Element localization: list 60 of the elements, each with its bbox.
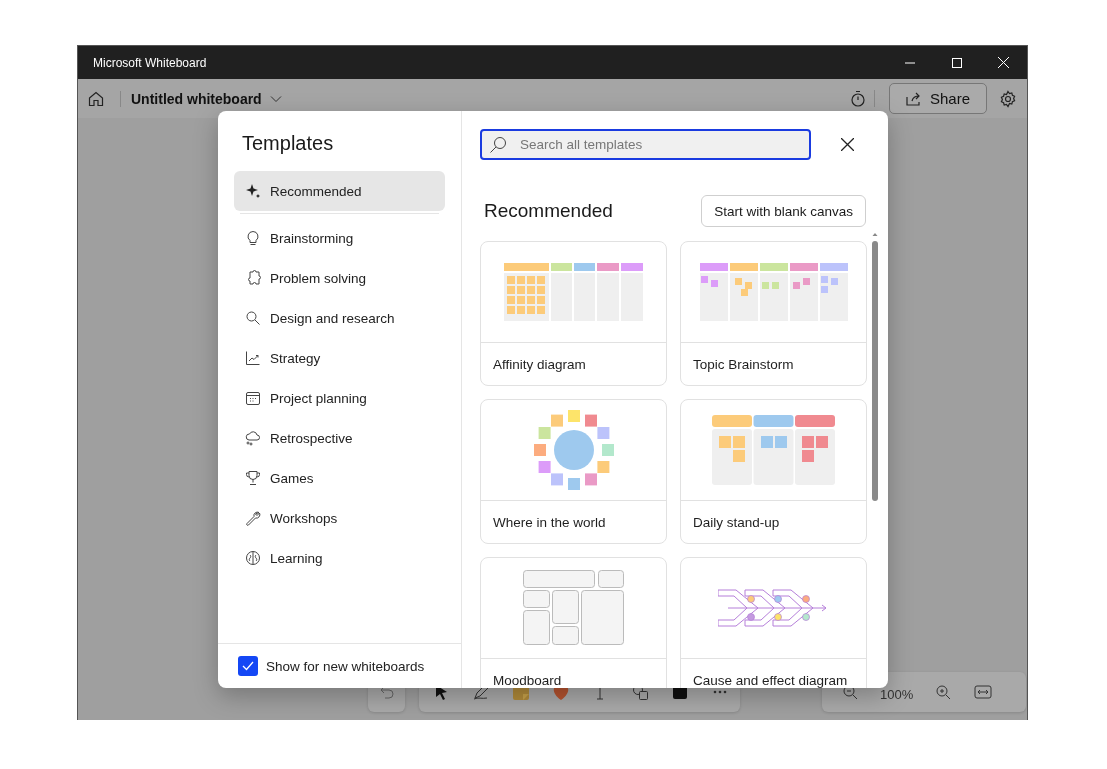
template-title: Where in the world (492, 514, 607, 530)
checkmark-icon (242, 661, 254, 671)
brain-icon (245, 550, 261, 566)
zoom-level: 100% (879, 686, 915, 702)
settings-button[interactable] (999, 89, 1017, 108)
sparkle-icon (245, 183, 261, 199)
template-title: Daily stand-up (692, 514, 781, 530)
wrench-icon (245, 510, 261, 526)
calendar-icon (245, 390, 261, 406)
undo-icon (379, 685, 394, 699)
puzzle-icon (245, 270, 261, 286)
line-chart-icon (245, 350, 261, 366)
close-icon (998, 57, 1009, 68)
template-title: Topic Brainstorm (692, 356, 795, 372)
magnifier-icon (245, 310, 261, 326)
category-item[interactable]: Workshops (234, 498, 445, 538)
category-item[interactable]: Brainstorming (234, 218, 445, 258)
lightbulb-icon (245, 230, 261, 246)
fit-to-screen-icon (974, 685, 993, 699)
window-title: Microsoft Whiteboard (93, 55, 208, 70)
zoom-in-icon (935, 684, 952, 700)
more-icon (713, 690, 728, 694)
template-title: Affinity diagram (492, 356, 587, 372)
category-item[interactable]: Design and research (234, 298, 445, 338)
template-card[interactable]: Affinity diagram (480, 241, 667, 386)
share-button[interactable]: Share (888, 83, 987, 114)
search-field[interactable]: Search all templates (480, 129, 811, 160)
checkbox[interactable] (238, 656, 258, 676)
home-button[interactable] (88, 90, 104, 107)
trophy-icon (245, 470, 261, 486)
close-dialog-button[interactable] (839, 136, 856, 153)
template-card[interactable]: Daily stand-up (680, 399, 867, 544)
section-heading: Recommended (484, 200, 613, 222)
timer-button[interactable] (849, 90, 875, 107)
category-item[interactable]: Games (234, 458, 445, 498)
blank-canvas-button[interactable]: Start with blank canvas (701, 195, 866, 227)
template-title: Moodboard (492, 672, 563, 688)
search-icon (489, 136, 507, 154)
category-item[interactable]: Project planning (234, 378, 445, 418)
template-card[interactable]: Where in the world (480, 399, 667, 544)
template-card[interactable]: Cause and effect diagram (680, 557, 867, 688)
template-card[interactable]: Topic Brainstorm (680, 241, 867, 386)
dialog-title: Templates (241, 131, 335, 156)
category-item[interactable]: Retrospective (234, 418, 445, 458)
settings-icon (999, 89, 1017, 108)
category-item[interactable]: Problem solving (234, 258, 445, 298)
category-item[interactable]: Strategy (234, 338, 445, 378)
close-icon (841, 138, 854, 151)
checkbox-label: Show for new whiteboards (266, 658, 425, 674)
cloud-icon (245, 430, 261, 446)
home-icon (88, 90, 104, 107)
template-card[interactable]: Moodboard (480, 557, 667, 688)
timer-icon (849, 90, 866, 107)
category-item[interactable]: Learning (234, 538, 445, 578)
maximize-icon (951, 57, 962, 68)
board-title[interactable]: Untitled whiteboard (120, 90, 262, 107)
template-title: Cause and effect diagram (692, 672, 849, 688)
chevron-down-icon (269, 94, 282, 103)
share-icon (905, 91, 922, 106)
category-item[interactable]: Recommended (234, 171, 445, 211)
